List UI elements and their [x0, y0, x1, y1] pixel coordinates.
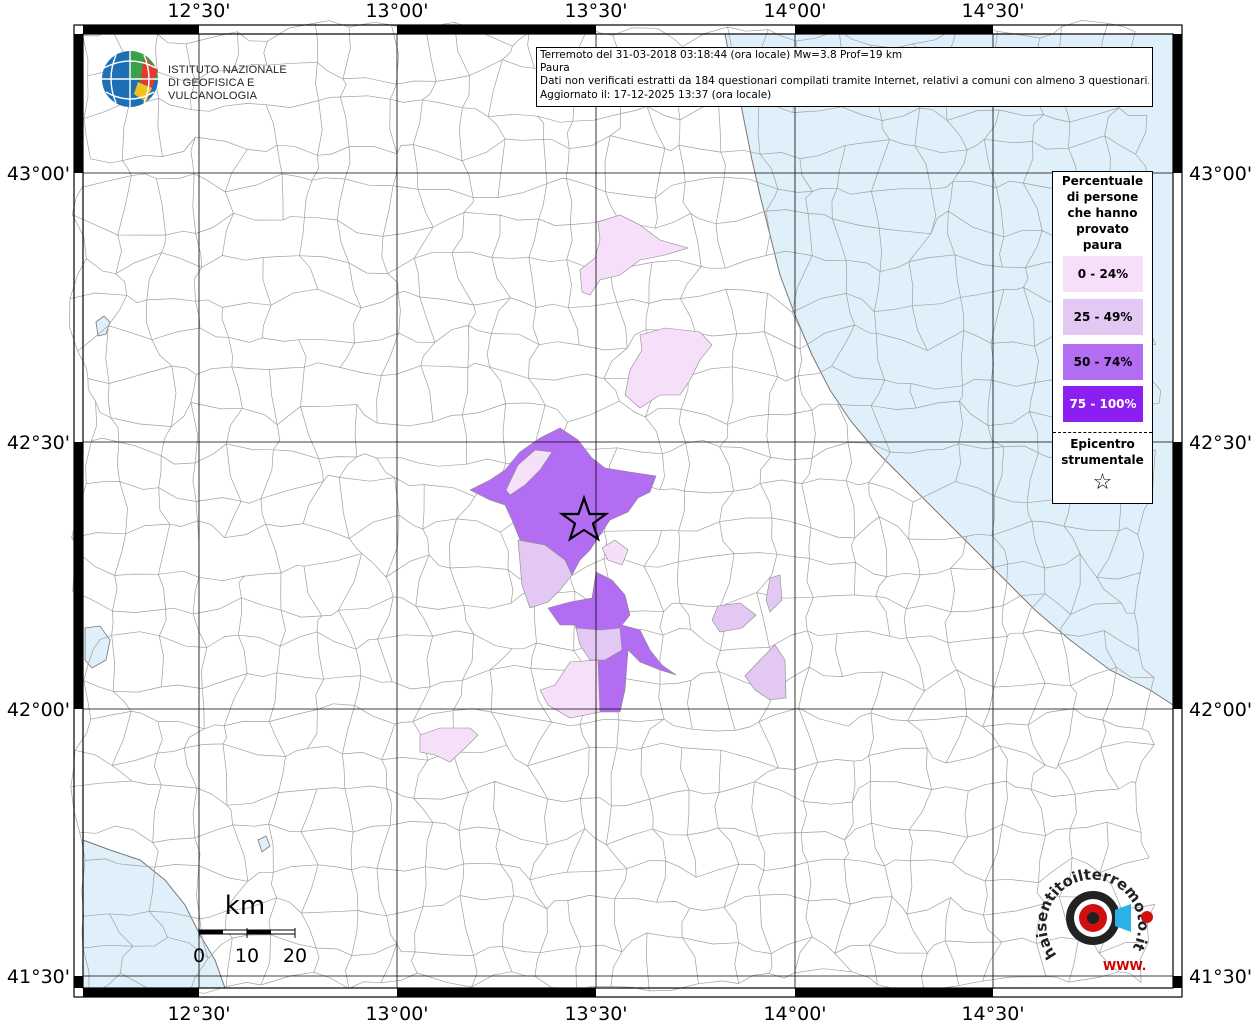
event-info-line: Dati non verificati estratti da 184 ques… — [540, 75, 1149, 88]
legend-item-25-49: 25 - 49% — [1063, 299, 1143, 335]
lon-label-top: 12°30' — [167, 0, 230, 22]
lon-label-bottom: 14°00' — [763, 1003, 826, 1024]
legend-epicenter-label: strumentale — [1061, 453, 1144, 467]
epicenter-star-icon: ☆ — [1092, 470, 1113, 495]
lat-label-left: 42°00' — [7, 699, 70, 721]
legend-divider — [1053, 432, 1152, 433]
event-info-line: Paura — [540, 62, 570, 75]
scale-unit: km — [225, 891, 265, 921]
event-info-box: Terremoto del 31-03-2018 03:18:44 (ora l… — [536, 47, 1153, 107]
lat-label-left: 42°30' — [7, 432, 70, 454]
haisentito-logo: haisentitoilterremoto.it WWW. — [1032, 860, 1165, 975]
event-info-line: Aggiornato il: 17-12-2025 13:37 (ora loc… — [540, 88, 772, 101]
haisentito-url-text: WWW. — [1103, 959, 1146, 973]
lon-label-top: 13°30' — [564, 0, 627, 22]
legend-title-line: paura — [1082, 238, 1123, 252]
legend-epicenter-label: Epicentro — [1070, 437, 1135, 451]
legend-title-line: di persone — [1066, 190, 1139, 204]
ingv-globe-icon — [102, 51, 158, 107]
scale-tick: 10 — [235, 945, 259, 967]
legend-epicenter: Epicentro strumentale ☆ — [1053, 436, 1152, 498]
event-info-line: Terremoto del 31-03-2018 03:18:44 (ora l… — [540, 49, 903, 61]
lon-label-bottom: 14°30' — [961, 1003, 1024, 1024]
legend-item-50-74: 50 - 74% — [1063, 344, 1143, 380]
lon-label-top: 14°30' — [961, 0, 1024, 22]
legend-title-line: che hanno — [1067, 206, 1138, 220]
lon-label-bottom: 13°30' — [564, 1003, 627, 1024]
legend-item-0-24: 0 - 24% — [1063, 256, 1143, 292]
legend-title-line: Percentuale — [1061, 174, 1144, 188]
scale-tick: 0 — [193, 945, 205, 967]
lat-label-left: 43°00' — [7, 163, 70, 185]
scale-bar-graphic: km 0 10 20 — [193, 891, 307, 967]
lon-label-bottom: 12°30' — [167, 1003, 230, 1024]
ingv-logo: ISTITUTO NAZIONALE DI GEOFISICA E VULCAN… — [100, 48, 310, 108]
scale-bar: km 0 10 20 — [190, 890, 310, 970]
lon-label-top: 13°00' — [365, 0, 428, 22]
lat-label-right: 42°00' — [1189, 699, 1252, 721]
haisentito-logo-graphic: haisentitoilterremoto.it WWW. — [1032, 865, 1153, 973]
lon-label-top: 14°00' — [763, 0, 826, 22]
lon-label-bottom: 13°00' — [365, 1003, 428, 1024]
legend-title: Percentuale di persone che hanno provato… — [1053, 172, 1152, 253]
ingv-name-line1: ISTITUTO NAZIONALE — [168, 64, 287, 76]
lat-label-right: 41°30' — [1189, 966, 1252, 988]
ingv-name-line2: DI GEOFISICA E VULCANOLOGIA — [168, 77, 258, 102]
legend-title-line: provato — [1076, 222, 1129, 236]
scale-tick: 20 — [283, 945, 307, 967]
legend: Percentuale di persone che hanno provato… — [1052, 171, 1153, 504]
lat-label-right: 43°00' — [1189, 163, 1252, 185]
lat-label-left: 41°30' — [7, 966, 70, 988]
legend-item-75-100: 75 - 100% — [1063, 386, 1143, 422]
map-area — [68, 20, 1174, 998]
lat-label-right: 42°30' — [1189, 432, 1252, 454]
